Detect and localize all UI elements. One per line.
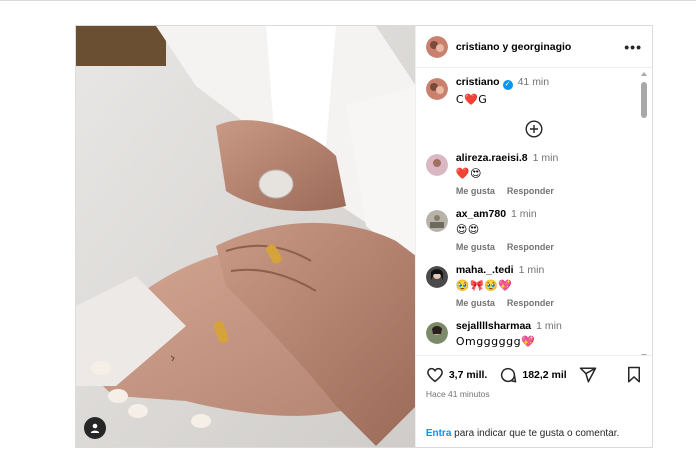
verified-badge-icon: ✓ xyxy=(502,80,513,90)
comment-username[interactable]: alireza.raeisi.8 xyxy=(456,152,528,164)
add-circle-icon[interactable] xyxy=(525,120,543,138)
like-comment-button[interactable]: Me gusta xyxy=(456,242,495,252)
commenter-avatar[interactable] xyxy=(425,154,448,176)
hands-with-rings-photo xyxy=(76,26,415,447)
comments-count[interactable]: 182,2 mil xyxy=(522,369,566,381)
scrollbar-thumb[interactable] xyxy=(641,82,647,118)
load-more-comments-button[interactable] xyxy=(416,120,652,138)
commenter-avatar[interactable] xyxy=(425,210,448,232)
post-side-panel: cristiano y georginagio ••• cristiano ✓ 41… xyxy=(414,26,652,447)
account-avatar[interactable] xyxy=(425,35,448,58)
comment-time[interactable]: 1 min xyxy=(536,320,562,332)
comment-icon[interactable] xyxy=(499,366,517,384)
heart-icon[interactable] xyxy=(426,366,444,384)
likes-count[interactable]: 3,7 mill. xyxy=(449,369,488,381)
comments-scroll-area[interactable]: cristiano ✓ 41 min C❤️G alireza.raeisi.8 1 … xyxy=(416,68,652,355)
like-comment-button[interactable]: Me gusta xyxy=(456,186,495,196)
reply-button[interactable]: Responder xyxy=(507,298,554,308)
share-icon[interactable] xyxy=(579,366,597,384)
caption: cristiano ✓ 41 min C❤️G xyxy=(416,68,652,106)
reply-button[interactable]: Responder xyxy=(507,186,554,196)
user-tag-icon[interactable] xyxy=(84,417,106,439)
comment-item: sejallllsharmaa 1 min Omgggggg💖 xyxy=(416,320,652,348)
caption-time[interactable]: 41 min xyxy=(518,76,550,88)
like-comment-button[interactable]: Me gusta xyxy=(456,298,495,308)
login-prompt-text: para indicar que te gusta o comentar. xyxy=(451,428,620,439)
post-photo[interactable] xyxy=(76,26,415,447)
caption-text: C❤️G xyxy=(455,93,488,106)
post-footer: 3,7 mill. 182,2 mil Hace 41 minutos Entr… xyxy=(415,355,652,447)
top-divider xyxy=(0,0,696,1)
instagram-post: cristiano y georginagio ••• cristiano ✓ 41… xyxy=(75,25,653,448)
comment-text: ❤️😍 xyxy=(455,167,482,180)
caption-avatar[interactable] xyxy=(425,78,448,100)
comment-item: alireza.raeisi.8 1 min ❤️😍 Me gusta Respon… xyxy=(416,152,652,196)
more-options-icon[interactable]: ••• xyxy=(624,39,642,55)
comment-username[interactable]: ax_am780 xyxy=(456,208,506,220)
login-prompt: Entra para indicar que te gusta o coment… xyxy=(426,428,619,439)
comment-time[interactable]: 1 min xyxy=(533,152,559,164)
comment-username[interactable]: sejallllsharmaa xyxy=(456,320,531,332)
commenter-avatar[interactable] xyxy=(425,322,448,344)
caption-username[interactable]: cristiano xyxy=(456,76,500,88)
action-bar: 3,7 mill. 182,2 mil xyxy=(426,364,642,386)
scroll-down-arrow-icon[interactable] xyxy=(641,354,647,355)
bookmark-icon[interactable] xyxy=(626,366,642,384)
account-names[interactable]: cristiano y georginagio xyxy=(456,41,624,53)
post-timestamp[interactable]: Hace 41 minutos xyxy=(426,389,642,399)
comment-item: ax_am780 1 min 😍😍 Me gusta Responder xyxy=(416,208,652,252)
login-link[interactable]: Entra xyxy=(426,428,452,439)
comment-username[interactable]: maha._.tedi xyxy=(456,264,514,276)
scroll-up-arrow-icon[interactable] xyxy=(641,72,647,76)
reply-button[interactable]: Responder xyxy=(507,242,554,252)
comments-scrollbar[interactable] xyxy=(641,72,647,355)
comment-text: 🥹🎀🥹💖 xyxy=(455,279,513,292)
comment-item: maha._.tedi 1 min 🥹🎀🥹💖 Me gusta Responder xyxy=(416,264,652,308)
comment-text: 😍😍 xyxy=(455,223,480,236)
commenter-avatar[interactable] xyxy=(425,266,448,288)
comment-text: Omgggggg💖 xyxy=(455,335,536,348)
comment-time[interactable]: 1 min xyxy=(519,264,545,276)
comment-time[interactable]: 1 min xyxy=(511,208,537,220)
post-header: cristiano y georginagio ••• xyxy=(415,26,652,68)
